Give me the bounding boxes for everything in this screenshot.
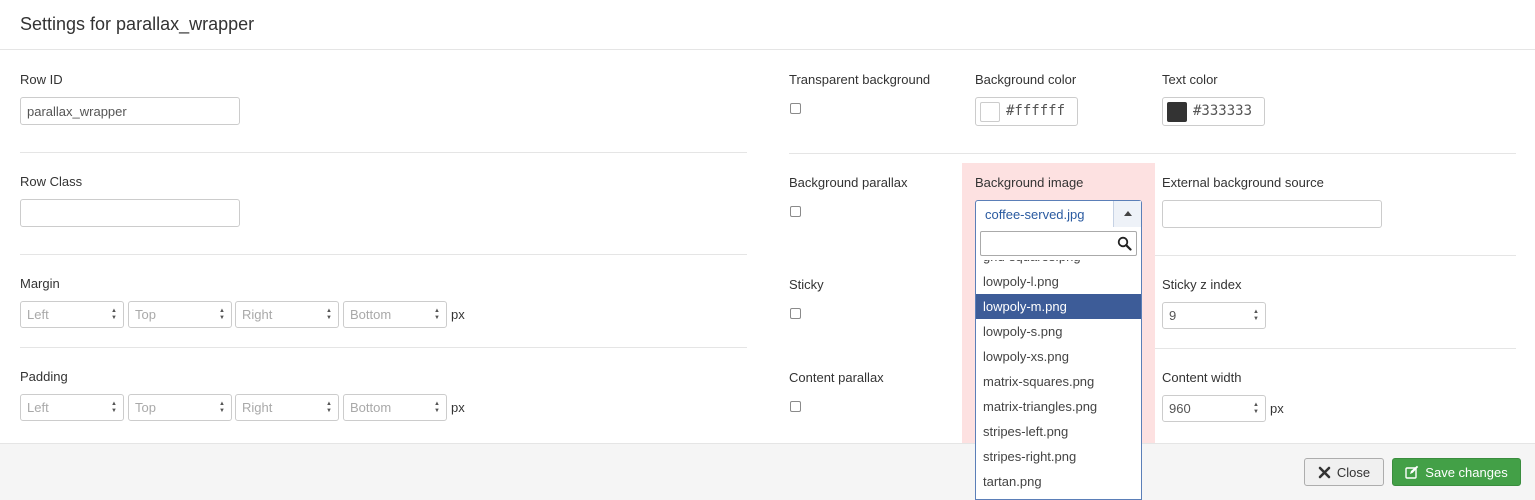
content-parallax-label: Content parallax bbox=[789, 370, 884, 385]
stepper-arrows-icon[interactable]: ▲ ▼ bbox=[325, 308, 333, 322]
sticky-z-index-input[interactable] bbox=[1163, 303, 1247, 328]
content-width-label: Content width bbox=[1162, 370, 1242, 385]
stepper-arrows-icon[interactable]: ▲ ▼ bbox=[433, 308, 441, 322]
stepper-arrows-icon[interactable]: ▲ ▼ bbox=[1252, 309, 1260, 323]
background-color-field[interactable]: #ffffff bbox=[975, 97, 1078, 126]
row-class-label: Row Class bbox=[20, 174, 83, 189]
stepper-arrows-icon[interactable]: ▲ ▼ bbox=[1252, 402, 1260, 416]
background-image-option[interactable]: stripes-right.png bbox=[976, 444, 1141, 469]
background-parallax-label: Background parallax bbox=[789, 175, 908, 190]
padding-unit: px bbox=[451, 400, 465, 415]
text-color-swatch[interactable] bbox=[1167, 102, 1187, 122]
search-icon bbox=[1117, 236, 1132, 251]
save-changes-button[interactable]: Save changes bbox=[1392, 458, 1521, 486]
modal-title: Settings for parallax_wrapper bbox=[20, 14, 255, 34]
content-width-input[interactable] bbox=[1163, 396, 1247, 421]
stepper-arrows-icon[interactable]: ▲ ▼ bbox=[433, 401, 441, 415]
padding-right-input[interactable] bbox=[236, 395, 320, 420]
edit-icon bbox=[1405, 465, 1419, 479]
margin-left-stepper[interactable]: ▲▼ bbox=[20, 301, 124, 328]
background-image-option[interactable]: grid-squares.png bbox=[976, 260, 1141, 269]
background-image-option[interactable]: tartan.png bbox=[976, 469, 1141, 494]
margin-right-input[interactable] bbox=[236, 302, 320, 327]
padding-top-input[interactable] bbox=[129, 395, 213, 420]
content-width-stepper[interactable]: ▲▼ bbox=[1162, 395, 1266, 422]
close-button-label: Close bbox=[1336, 464, 1371, 480]
row-class-input[interactable] bbox=[20, 199, 240, 227]
stepper-arrows-icon[interactable]: ▲ ▼ bbox=[325, 401, 333, 415]
padding-top-stepper[interactable]: ▲▼ bbox=[128, 394, 232, 421]
margin-bottom-stepper[interactable]: ▲▼ bbox=[343, 301, 447, 328]
stepper-arrows-icon[interactable]: ▲ ▼ bbox=[110, 308, 118, 322]
padding-bottom-input[interactable] bbox=[344, 395, 428, 420]
background-color-swatch[interactable] bbox=[980, 102, 1000, 122]
stepper-arrows-icon[interactable]: ▲ ▼ bbox=[110, 401, 118, 415]
external-background-source-input[interactable] bbox=[1162, 200, 1382, 228]
padding-label: Padding bbox=[20, 369, 68, 384]
chevron-up-icon[interactable] bbox=[1113, 201, 1141, 227]
background-image-search-field[interactable] bbox=[980, 231, 1137, 256]
close-icon bbox=[1318, 466, 1331, 478]
background-image-dropdown: grid-squares.pnglowpoly-l.pnglowpoly-m.p… bbox=[975, 227, 1142, 500]
stepper-arrows-icon[interactable]: ▲ ▼ bbox=[218, 308, 226, 322]
background-color-label: Background color bbox=[975, 72, 1077, 87]
sticky-z-index-label: Sticky z index bbox=[1162, 277, 1242, 292]
margin-top-input[interactable] bbox=[129, 302, 213, 327]
text-color-value: #333333 bbox=[1193, 103, 1253, 119]
padding-right-stepper[interactable]: ▲▼ bbox=[235, 394, 339, 421]
transparent-background-checkbox[interactable] bbox=[790, 103, 801, 114]
margin-unit: px bbox=[451, 307, 465, 322]
background-image-option[interactable]: lowpoly-m.png bbox=[976, 294, 1141, 319]
padding-left-input[interactable] bbox=[21, 395, 105, 420]
divider bbox=[1155, 255, 1516, 256]
save-changes-button-label: Save changes bbox=[1425, 464, 1508, 480]
background-image-option[interactable]: matrix-squares.png bbox=[976, 369, 1141, 394]
close-button[interactable]: Close bbox=[1304, 458, 1384, 486]
margin-label: Margin bbox=[20, 276, 60, 291]
divider bbox=[1155, 348, 1516, 349]
margin-top-stepper[interactable]: ▲▼ bbox=[128, 301, 232, 328]
divider bbox=[789, 153, 1516, 154]
stepper-arrows-icon[interactable]: ▲ ▼ bbox=[218, 401, 226, 415]
padding-bottom-stepper[interactable]: ▲▼ bbox=[343, 394, 447, 421]
sticky-z-index-stepper[interactable]: ▲▼ bbox=[1162, 302, 1266, 329]
external-background-source-label: External background source bbox=[1162, 175, 1324, 190]
text-color-label: Text color bbox=[1162, 72, 1218, 87]
divider bbox=[20, 347, 747, 348]
background-image-option[interactable]: lowpoly-s.png bbox=[976, 319, 1141, 344]
transparent-background-label: Transparent background bbox=[789, 72, 931, 87]
sticky-label: Sticky bbox=[789, 277, 824, 292]
background-parallax-checkbox[interactable] bbox=[790, 206, 801, 217]
divider bbox=[20, 152, 747, 153]
background-image-search-input[interactable] bbox=[981, 232, 1111, 255]
row-id-input[interactable] bbox=[20, 97, 240, 125]
margin-bottom-input[interactable] bbox=[344, 302, 428, 327]
background-image-option[interactable]: matrix-triangles.png bbox=[976, 394, 1141, 419]
margin-right-stepper[interactable]: ▲▼ bbox=[235, 301, 339, 328]
background-color-value: #ffffff bbox=[1006, 103, 1066, 119]
content-parallax-checkbox[interactable] bbox=[790, 401, 801, 412]
background-image-option[interactable]: stripes-left.png bbox=[976, 419, 1141, 444]
background-image-selected-value: coffee-served.jpg bbox=[985, 207, 1085, 222]
background-image-select[interactable]: coffee-served.jpg bbox=[975, 200, 1142, 228]
padding-left-stepper[interactable]: ▲▼ bbox=[20, 394, 124, 421]
modal-header: Settings for parallax_wrapper bbox=[0, 0, 1535, 50]
background-image-option[interactable]: lowpoly-xs.png bbox=[976, 344, 1141, 369]
row-id-label: Row ID bbox=[20, 72, 63, 87]
background-image-option[interactable]: lowpoly-l.png bbox=[976, 269, 1141, 294]
text-color-field[interactable]: #333333 bbox=[1162, 97, 1265, 126]
margin-left-input[interactable] bbox=[21, 302, 105, 327]
divider bbox=[20, 254, 747, 255]
content-width-unit: px bbox=[1270, 401, 1284, 416]
background-image-label: Background image bbox=[975, 175, 1084, 190]
sticky-checkbox[interactable] bbox=[790, 308, 801, 319]
background-image-options-list[interactable]: grid-squares.pnglowpoly-l.pnglowpoly-m.p… bbox=[976, 260, 1141, 499]
